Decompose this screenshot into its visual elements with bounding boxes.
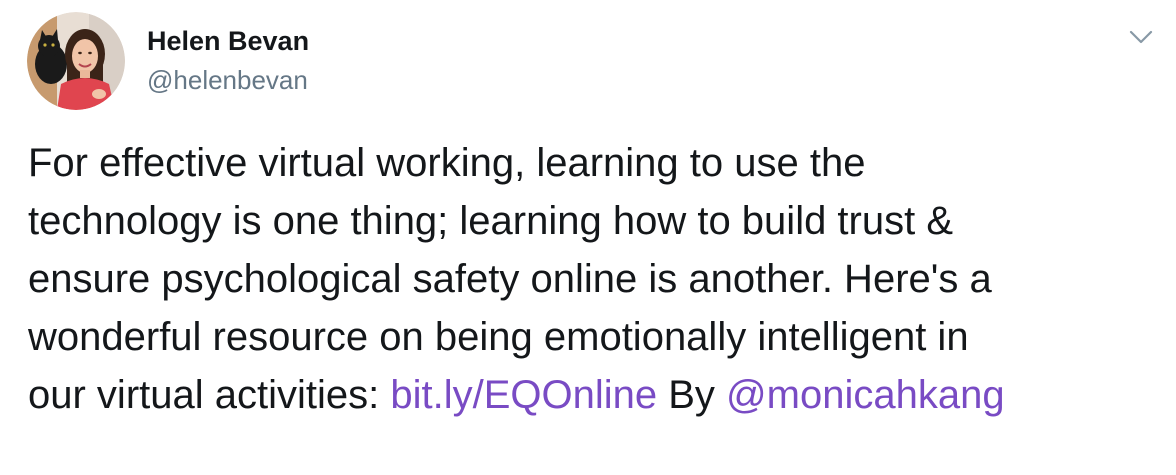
tweet-text-segment: our virtual activities: <box>28 373 391 417</box>
mention-link[interactable]: @monicahkang <box>726 373 1005 417</box>
tweet-text-segment: By <box>657 373 727 417</box>
author-handle[interactable]: @helenbevan <box>147 65 308 96</box>
tweet-text-line: ensure psychological safety online is an… <box>28 257 992 301</box>
tweet-menu-button[interactable] <box>1128 24 1154 50</box>
author-avatar[interactable] <box>27 12 125 110</box>
author-display-name[interactable]: Helen Bevan <box>147 26 309 57</box>
tweet-text-line: technology is one thing; learning how to… <box>28 199 954 243</box>
tweet-text: For effective virtual working, learning … <box>28 134 1158 424</box>
tweet-card: Helen Bevan @helenbevan For effective vi… <box>0 0 1176 475</box>
tweet-text-line: our virtual activities: bit.ly/EQOnline … <box>28 366 1158 424</box>
avatar-photo-icon <box>27 12 125 110</box>
tweet-text-line: For effective virtual working, learning … <box>28 141 866 185</box>
tweet-url-link[interactable]: bit.ly/EQOnline <box>390 373 657 417</box>
chevron-down-icon <box>1129 30 1153 44</box>
tweet-text-line: wonderful resource on being emotionally … <box>28 315 969 359</box>
